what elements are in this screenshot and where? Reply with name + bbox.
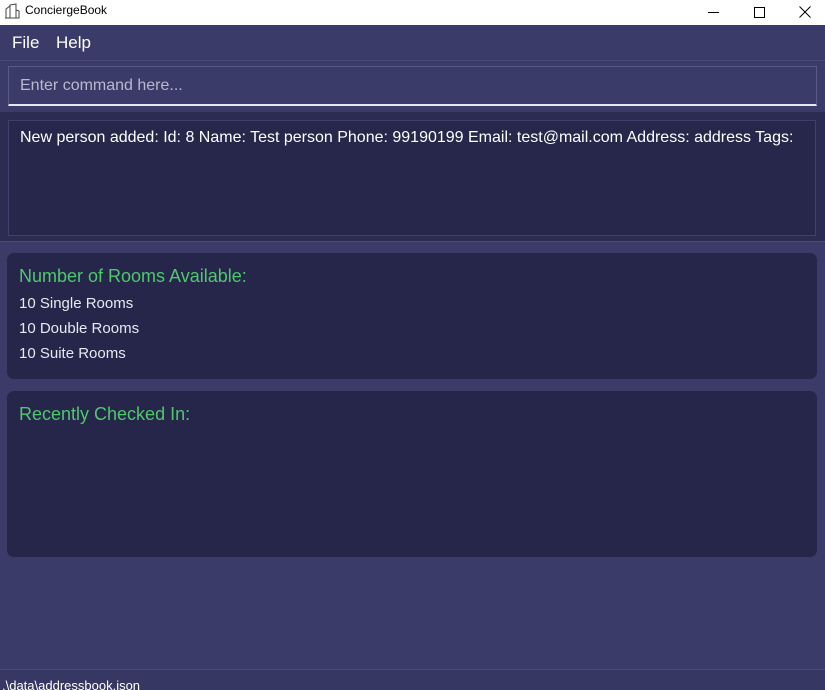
- room-count-double: 10 Double Rooms: [19, 320, 140, 337]
- minimize-icon: [707, 3, 719, 22]
- result-display-panel: New person added: Id: 8 Name: Test perso…: [0, 112, 825, 242]
- result-message: New person added: Id: 8 Name: Test perso…: [20, 129, 794, 146]
- close-icon: [799, 3, 811, 22]
- maximize-icon: [753, 3, 765, 22]
- close-button[interactable]: [782, 0, 825, 25]
- maximize-button[interactable]: [736, 0, 782, 25]
- building-icon: [4, 3, 20, 19]
- menu-bar: File Help: [0, 25, 825, 61]
- title-bar: ConciergeBook: [0, 0, 825, 25]
- recently-checked-in-heading: Recently Checked In:: [19, 404, 191, 424]
- result-display: New person added: Id: 8 Name: Test perso…: [8, 120, 816, 236]
- command-input[interactable]: [8, 66, 817, 106]
- status-bar: .\data\addressbook.json: [0, 669, 825, 690]
- room-count-suite: 10 Suite Rooms: [19, 345, 126, 362]
- menu-help[interactable]: Help: [56, 33, 91, 53]
- window-title: ConciergeBook: [25, 3, 108, 17]
- room-count-single: 10 Single Rooms: [19, 295, 134, 312]
- menu-file[interactable]: File: [12, 33, 39, 53]
- minimize-button[interactable]: [690, 0, 736, 25]
- rooms-available-card: Number of Rooms Available: 10 Single Roo…: [7, 253, 817, 379]
- recently-checked-in-card: Recently Checked In:: [7, 391, 817, 557]
- rooms-available-heading: Number of Rooms Available:: [19, 266, 247, 286]
- command-box: [0, 62, 825, 112]
- save-file-path: .\data\addressbook.json: [2, 678, 141, 690]
